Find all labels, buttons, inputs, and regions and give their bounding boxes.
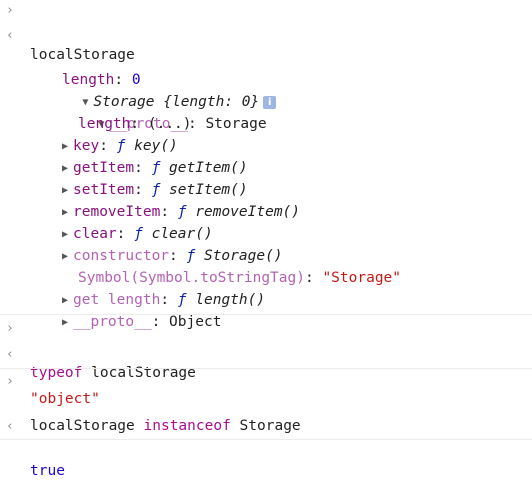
console-output-row[interactable]: ‹ "object": [0, 344, 532, 407]
proto-row[interactable]: ▼ __proto__: Storage: [0, 69, 532, 132]
method-row-constructor[interactable]: ▶ constructor: ƒ Storage(): [0, 223, 532, 264]
method-row-setitem[interactable]: ▶ setItem: ƒ setItem(): [0, 157, 532, 198]
input-prompt-icon: ›: [6, 321, 14, 336]
getter-length-row[interactable]: ▶ get length: ƒ length(): [0, 267, 532, 308]
entry-divider: [0, 368, 532, 369]
result-value: true: [30, 463, 65, 479]
method-row-clear[interactable]: ▶ clear: ƒ clear(): [0, 201, 532, 242]
console-input-row[interactable]: › localStorage: [0, 0, 532, 63]
proto-length-row[interactable]: length: (...): [0, 91, 532, 132]
entry-divider: [0, 314, 532, 315]
storage-object-row[interactable]: ‹ ▼ Storage {length: 0} i: [0, 25, 532, 110]
proto-object-row[interactable]: ▶ __proto__: Object: [0, 289, 532, 330]
input-prompt-icon: ›: [6, 3, 14, 18]
method-row-key[interactable]: ▶ key: ƒ key(): [0, 113, 532, 154]
console-input-row[interactable]: › localStorage instanceof Storage: [0, 371, 532, 434]
length-property-row: length: 0: [62, 72, 141, 88]
devtools-console: › localStorage ‹ ▼ Storage {length: 0} i l…: [0, 0, 532, 479]
tostringtag-row: Symbol(Symbol.toStringTag): "Storage": [78, 270, 402, 286]
console-output-row[interactable]: ‹ true: [0, 416, 532, 479]
output-prompt-icon: ‹: [6, 28, 14, 43]
method-row-removeitem[interactable]: ▶ removeItem: ƒ removeItem(): [0, 179, 532, 220]
console-input-row[interactable]: › typeof localStorage: [0, 318, 532, 381]
entry-divider: [0, 439, 532, 440]
input-prompt-icon: ›: [6, 374, 14, 389]
method-row-getitem[interactable]: ▶ getItem: ƒ getItem(): [0, 135, 532, 176]
output-prompt-icon: ‹: [6, 419, 14, 434]
output-prompt-icon: ‹: [6, 347, 14, 362]
